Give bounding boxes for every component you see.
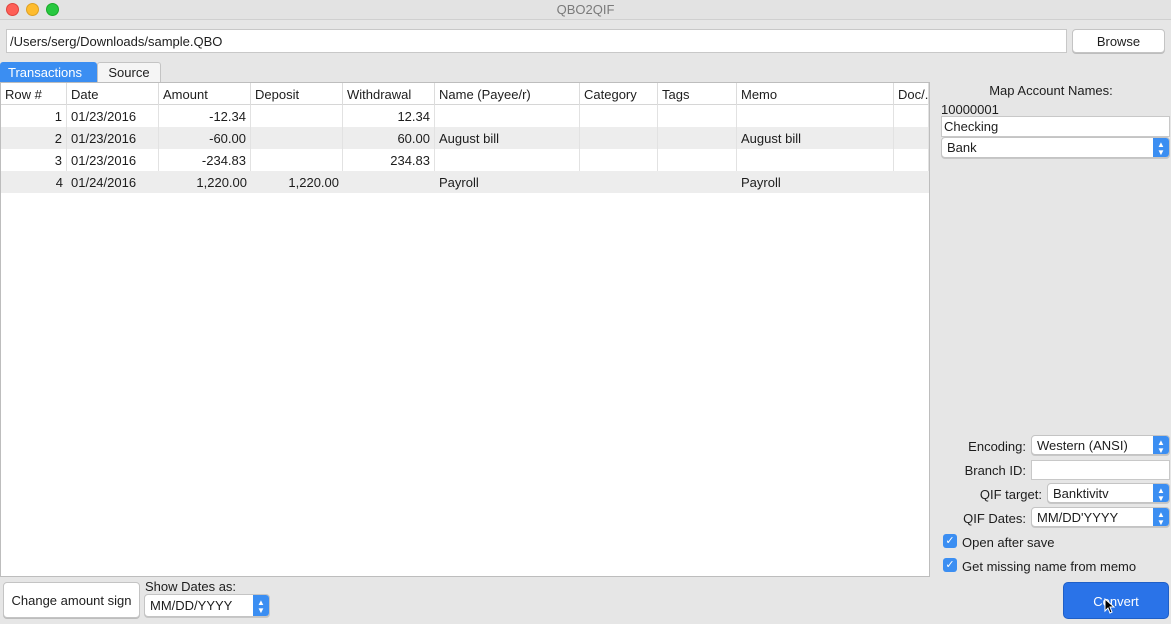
cell-date: 01/23/2016 [67, 105, 159, 127]
cell-name: Payroll [439, 175, 479, 190]
table-row[interactable]: 2 01/23/2016 -60.00 60.00 August bill Au… [1, 127, 929, 149]
column-header-deposit[interactable]: Deposit [251, 83, 343, 105]
cell-row-number: 2 [1, 127, 67, 149]
table-row[interactable]: 4 01/24/2016 1,220.00 1,220.00 Payroll P… [1, 171, 929, 193]
qif-dates-value: MM/DD'YYYY [1037, 510, 1119, 525]
branch-id-label: Branch ID: [964, 463, 1026, 478]
browse-button[interactable]: Browse [1072, 29, 1165, 53]
open-after-save-label[interactable]: Open after save [962, 535, 1055, 550]
cell-tags [658, 171, 737, 193]
cell-tags [658, 105, 737, 127]
window-title: QBO2QIF [556, 2, 615, 17]
cell-doc [894, 127, 929, 149]
account-type-value: Bank [947, 140, 977, 155]
cell-tags [658, 149, 737, 171]
select-arrows-icon: ▲ ▼ [1153, 138, 1169, 157]
account-name-input[interactable]: Checking [941, 116, 1170, 137]
transactions-table[interactable]: Row # Date Amount Deposit Withdrawal Nam… [0, 82, 930, 577]
select-arrows-icon: ▲ ▼ [1153, 484, 1169, 503]
qif-target-value: Banktivitv [1053, 486, 1109, 501]
cell-row-number: 3 [1, 149, 67, 171]
cell-memo [737, 149, 894, 171]
cell-category [580, 149, 658, 171]
select-arrows-icon: ▲ ▼ [253, 595, 269, 616]
cell-memo [737, 105, 894, 127]
get-missing-name-checkbox[interactable]: ✓ [943, 558, 957, 572]
branch-id-input[interactable] [1031, 460, 1170, 480]
cell-memo: August bill [737, 127, 894, 149]
cell-deposit: 1,220.00 [288, 175, 339, 190]
table-row[interactable]: 1 01/23/2016 -12.34 12.34 [1, 105, 929, 127]
table-header: Row # Date Amount Deposit Withdrawal Nam… [1, 83, 929, 105]
column-header-doc[interactable]: Doc/. [894, 83, 929, 105]
show-dates-select[interactable]: MM/DD/YYYY ▲ ▼ [144, 594, 270, 617]
cell-tags [658, 127, 737, 149]
column-header-amount[interactable]: Amount [159, 83, 251, 105]
cell-amount: -234.83 [159, 149, 251, 171]
cell-name [435, 149, 580, 171]
file-path-input[interactable]: /Users/serg/Downloads/sample.QBO [6, 29, 1067, 53]
select-arrows-icon: ▲ ▼ [1153, 508, 1169, 527]
tab-transactions[interactable]: Transactions [0, 62, 97, 82]
cell-withdrawal: 60.00 [343, 127, 435, 149]
column-header-withdrawal[interactable]: Withdrawal [343, 83, 435, 105]
cell-doc [894, 105, 929, 127]
cell-deposit [251, 105, 343, 127]
cell-category [580, 105, 658, 127]
qif-target-label: QIF target: [979, 487, 1042, 502]
cell-amount: -60.00 [159, 127, 251, 149]
show-dates-label: Show Dates as: [145, 579, 237, 594]
cell-deposit [251, 149, 343, 171]
tab-source[interactable]: Source [97, 62, 161, 82]
cell-withdrawal: 12.34 [343, 105, 435, 127]
cell-category [580, 127, 658, 149]
account-mapping-panel: Map Account Names: 10000001 Checking Ban… [931, 82, 1171, 577]
account-type-select[interactable]: Bank ▲ ▼ [941, 137, 1170, 158]
column-header-tags[interactable]: Tags [658, 83, 737, 105]
cell-deposit [251, 127, 343, 149]
cell-row-number: 4 [55, 175, 63, 190]
column-header-date[interactable]: Date [67, 83, 159, 105]
mouse-cursor-icon [1104, 598, 1116, 614]
cell-date: 01/23/2016 [67, 149, 159, 171]
cell-doc [894, 171, 929, 193]
cell-name [435, 105, 580, 127]
select-arrows-icon: ▲ ▼ [1153, 436, 1169, 455]
cell-amount: 1,220.00 [196, 175, 247, 190]
cell-withdrawal [343, 171, 435, 193]
encoding-value: Western (ANSI) [1037, 438, 1128, 453]
account-number: 10000001 [941, 102, 999, 117]
qif-dates-select[interactable]: MM/DD'YYYY ▲ ▼ [1031, 507, 1170, 527]
column-header-category[interactable]: Category [580, 83, 658, 105]
open-after-save-checkbox[interactable]: ✓ [943, 534, 957, 548]
table-row[interactable]: 3 01/23/2016 -234.83 234.83 [1, 149, 929, 171]
show-dates-value: MM/DD/YYYY [150, 598, 233, 613]
qif-target-select[interactable]: Banktivitv ▲ ▼ [1047, 483, 1170, 503]
column-header-row-number[interactable]: Row # [1, 83, 67, 105]
encoding-select[interactable]: Western (ANSI) ▲ ▼ [1031, 435, 1170, 455]
cell-memo: Payroll [741, 175, 781, 190]
cell-amount: -12.34 [159, 105, 251, 127]
title-bar: QBO2QIF [0, 0, 1171, 20]
map-account-names-heading: Map Account Names: [989, 83, 1113, 98]
change-amount-sign-button[interactable]: Change amount sign [3, 582, 140, 618]
cell-withdrawal: 234.83 [343, 149, 435, 171]
encoding-label: Encoding: [968, 439, 1026, 454]
cell-date: 01/24/2016 [71, 175, 137, 190]
cell-category [580, 171, 658, 193]
cell-date: 01/23/2016 [67, 127, 159, 149]
cell-doc [894, 149, 929, 171]
get-missing-name-label[interactable]: Get missing name from memo [962, 559, 1136, 574]
column-header-name[interactable]: Name (Payee/r) [435, 83, 580, 105]
cell-row-number: 1 [1, 105, 67, 127]
cell-name: August bill [435, 127, 580, 149]
convert-button[interactable]: Convert [1063, 582, 1169, 619]
column-header-memo[interactable]: Memo [737, 83, 894, 105]
qif-dates-label: QIF Dates: [963, 511, 1026, 526]
